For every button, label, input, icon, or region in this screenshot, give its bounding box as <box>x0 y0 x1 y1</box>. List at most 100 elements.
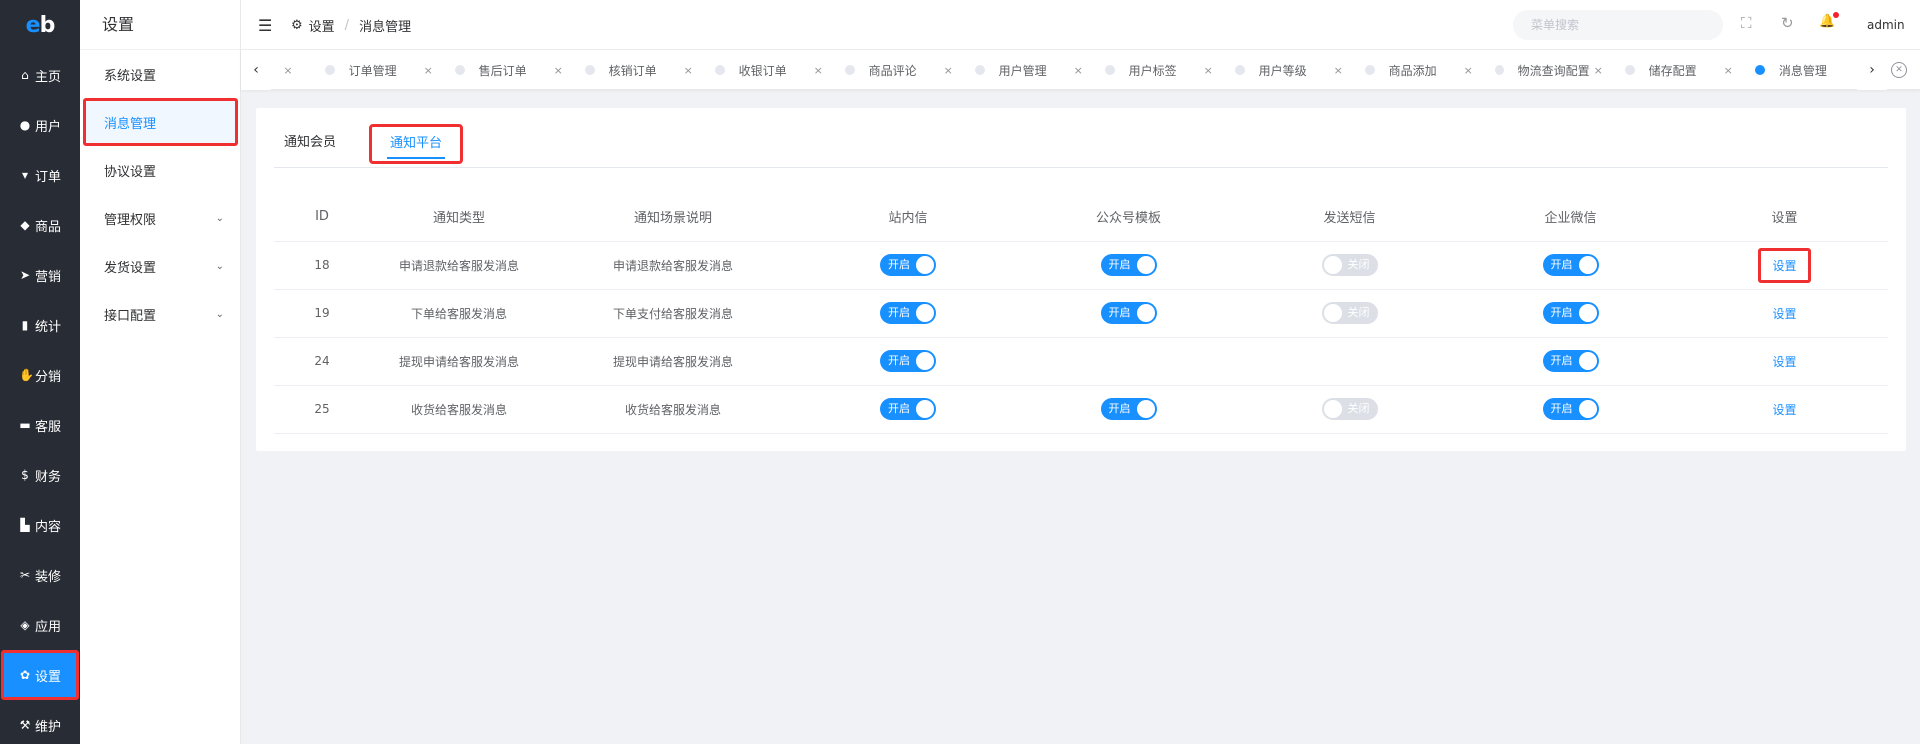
nav-item-hammer[interactable]: ⚒ 维护 <box>0 700 80 744</box>
nav-item-label: 订单 <box>34 169 61 185</box>
nav-item-cart[interactable]: ▾ 订单 <box>0 150 80 200</box>
breadcrumb-settings[interactable]: 设置 <box>309 16 335 35</box>
logo[interactable]: eb <box>0 0 80 50</box>
close-icon[interactable]: × <box>814 64 823 77</box>
site-msg-toggle[interactable]: 开启 <box>880 398 936 420</box>
sub-menu: 设置 系统设置 消息管理 协议设置 管理权限 ⌄ 发货设置 ⌄ 接口配置 ⌄ <box>80 0 241 744</box>
switch-label: 开启 <box>1108 258 1131 271</box>
close-icon[interactable]: × <box>1464 64 1473 77</box>
menu-search-input[interactable]: 菜单搜索 <box>1513 10 1723 40</box>
tags-list: × 订单管理 × 售后订单 × 核销订单 × 收银订单 × 商品评论 × 用户管理 × 用户标签 × 用户等… <box>271 50 1841 90</box>
tag-item[interactable]: 消息管理 <box>1733 50 1841 90</box>
tags-view-bar: ‹ × 订单管理 × 售后订单 × 核销订单 × 收银订单 × 商品评论 × 用户管理 × 用户标签 × 用… <box>241 50 1920 90</box>
close-icon[interactable]: × <box>944 64 953 77</box>
nav-item-book[interactable]: ▙ 内容 <box>0 500 80 550</box>
switch-label: 开启 <box>888 402 910 415</box>
tag-item[interactable]: 收银订单 × <box>693 50 823 90</box>
wechat-template-toggle[interactable]: 开启 <box>1100 254 1157 276</box>
settings-link[interactable]: 设置 <box>1758 345 1810 378</box>
nav-item-home[interactable]: ⌂ 主页 <box>0 50 80 100</box>
nav-item-handshake[interactable]: ✋ 分销 <box>0 350 80 400</box>
tag-item[interactable]: 订单管理 × <box>303 50 433 90</box>
table-row: 24 提现申请给客服发消息 提现申请给客服发消息 开启 开启 设置 <box>274 337 1888 386</box>
site-msg-toggle[interactable]: 开启 <box>880 350 936 372</box>
nav-item-basket[interactable]: ◆ 商品 <box>0 200 80 250</box>
site-msg-toggle[interactable]: 开启 <box>880 302 936 324</box>
tag-item[interactable]: 用户管理 × <box>953 50 1083 90</box>
close-icon[interactable]: × <box>1724 64 1733 77</box>
sms-toggle[interactable]: 关闭 <box>1321 302 1378 324</box>
sub-menu-item[interactable]: 消息管理 <box>83 98 238 146</box>
sms-toggle[interactable]: 关闭 <box>1321 254 1378 276</box>
nav-item-send[interactable]: ➤ 营销 <box>0 250 80 300</box>
work-wechat-toggle[interactable]: 开启 <box>1542 398 1599 420</box>
close-icon[interactable]: × <box>554 64 563 77</box>
col-header-site-msg: 站内信 <box>798 193 1018 242</box>
sub-menu-item[interactable]: 协议设置 <box>80 146 240 194</box>
tags-scroll-left-icon[interactable]: ‹ <box>241 50 271 90</box>
tag-status-dot <box>1754 65 1765 75</box>
col-header-settings: 设置 <box>1681 193 1888 242</box>
close-icon[interactable]: × <box>424 64 433 77</box>
sms-toggle[interactable]: 关闭 <box>1321 398 1378 420</box>
close-icon[interactable]: × <box>1334 64 1343 77</box>
fullscreen-icon[interactable]: ⛶ <box>1741 14 1752 32</box>
close-icon[interactable]: × <box>1204 64 1213 77</box>
tag-item[interactable]: 商品评论 × <box>823 50 953 90</box>
sub-menu-item[interactable]: 接口配置 ⌄ <box>80 290 240 338</box>
close-icon[interactable]: × <box>684 64 693 77</box>
wechat-template-toggle[interactable]: 开启 <box>1100 302 1157 324</box>
notification-table: ID 通知类型 通知场景说明 站内信 公众号模板 发送短信 企业微信 设置 18… <box>274 193 1888 434</box>
nav-item-tools[interactable]: ✂ 装修 <box>0 550 80 600</box>
sub-menu-item-label: 接口配置 <box>104 308 157 324</box>
switch-knob <box>916 400 934 418</box>
work-wechat-toggle[interactable]: 开启 <box>1542 350 1599 372</box>
settings-link[interactable]: 设置 <box>1758 297 1810 330</box>
close-icon[interactable]: × <box>1074 64 1083 77</box>
site-msg-toggle[interactable]: 开启 <box>880 254 936 276</box>
tag-item[interactable]: 售后订单 × <box>433 50 563 90</box>
tab-notify-platform[interactable]: 通知平台 <box>369 124 464 164</box>
left-nav: eb ⌂ 主页 ● 用户 ▾ 订单 ◆ 商品 ➤ 营销 ▮ 统计 ✋ 分销 ▬ 客服 $ 财务 ▙ 内容 ✂ 装修 ◈ 应用 ✿… <box>0 0 80 744</box>
nav-item-chat[interactable]: ▬ 客服 <box>0 400 80 450</box>
nav-item-dollar[interactable]: $ 财务 <box>0 450 80 500</box>
nav-item-gear[interactable]: ✿ 设置 <box>1 650 79 700</box>
sub-menu-item[interactable]: 管理权限 ⌄ <box>80 194 240 242</box>
cell-settings: 设置 <box>1681 385 1888 434</box>
settings-link[interactable]: 设置 <box>1758 247 1811 283</box>
settings-link[interactable]: 设置 <box>1758 393 1810 426</box>
switch-label: 关闭 <box>1347 306 1370 319</box>
close-icon[interactable]: × <box>283 64 292 77</box>
sub-menu-item[interactable]: 发货设置 ⌄ <box>80 242 240 290</box>
close-all-tags-icon[interactable]: ✕ <box>1891 62 1907 78</box>
tag-status-dot <box>974 65 985 75</box>
cell-settings: 设置 <box>1681 337 1888 386</box>
tag-item[interactable]: 储存配置 × <box>1603 50 1733 90</box>
refresh-icon[interactable]: ↻ <box>1781 14 1794 32</box>
tag-item[interactable]: 物流查询配置 × <box>1473 50 1603 90</box>
user-icon: ● <box>19 118 31 132</box>
tag-item[interactable]: 核销订单 × <box>563 50 693 90</box>
nav-item-user[interactable]: ● 用户 <box>0 100 80 150</box>
menu-toggle-icon[interactable]: ☰ <box>258 16 272 35</box>
user-name[interactable]: admin <box>1867 0 1905 50</box>
work-wechat-toggle[interactable]: 开启 <box>1542 254 1599 276</box>
tab-notify-member[interactable]: 通知会员 <box>284 124 336 168</box>
switch-knob <box>916 256 934 274</box>
tag-status-dot <box>454 65 465 75</box>
tags-scroll-right-icon[interactable]: › <box>1857 50 1887 90</box>
tag-item[interactable]: 用户等级 × <box>1213 50 1343 90</box>
sub-menu-item[interactable]: 系统设置 <box>80 50 240 98</box>
switch-knob <box>916 352 934 370</box>
cell-id: 25 <box>274 385 370 434</box>
tag-close-first[interactable]: × <box>271 50 299 90</box>
nav-item-chart[interactable]: ▮ 统计 <box>0 300 80 350</box>
close-icon[interactable]: × <box>1594 64 1603 77</box>
tag-status-dot <box>1104 65 1115 75</box>
wechat-template-toggle[interactable]: 开启 <box>1100 398 1157 420</box>
nav-item-cube[interactable]: ◈ 应用 <box>0 600 80 650</box>
tag-item[interactable]: 用户标签 × <box>1083 50 1213 90</box>
cell-desc: 下单支付给客服发消息 <box>548 289 798 338</box>
work-wechat-toggle[interactable]: 开启 <box>1542 302 1599 324</box>
tag-item[interactable]: 商品添加 × <box>1343 50 1473 90</box>
